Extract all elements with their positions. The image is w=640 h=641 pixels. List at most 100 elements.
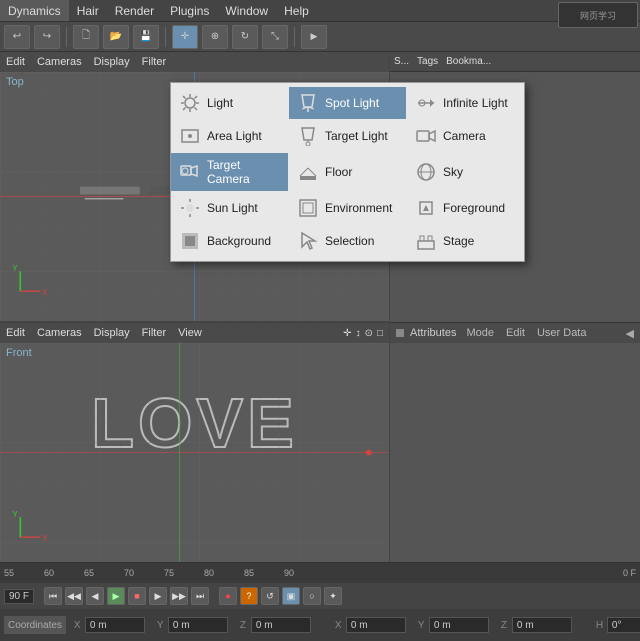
area-light-icon	[179, 125, 201, 147]
coord-y-section: Y 0 m	[157, 617, 228, 633]
sun-light-icon	[179, 197, 201, 219]
move-button[interactable]: ⊕	[202, 25, 228, 49]
coord-x2-section: X 0 m	[335, 617, 406, 633]
menu-sun-light-label: Sun Light	[207, 201, 258, 215]
mode-btn-3[interactable]: ○	[303, 587, 321, 605]
move-icon[interactable]: ✛	[343, 328, 351, 339]
timeline-controls: 90 F ⏮ ◀◀ ◀ ▶ ■ ▶ ▶▶ ⏭ ● ? ↺ ▣ ○ ✦	[0, 583, 640, 609]
coord-z2-value[interactable]: 0 m	[512, 617, 572, 633]
coord-bar-label: Coordinates	[4, 616, 66, 634]
menu-item-area-light[interactable]: Area Light	[171, 120, 288, 152]
scale-button[interactable]: ⤡	[262, 25, 288, 49]
coord-h-section: H 0°	[596, 617, 640, 633]
coord-h-value[interactable]: 0°	[607, 617, 640, 633]
tab-bookmarks[interactable]: Bookma...	[446, 56, 491, 67]
coord-z-label: Z	[240, 620, 248, 631]
menu-plugins[interactable]: Plugins	[162, 0, 217, 21]
vb-view[interactable]: View	[178, 327, 202, 339]
menu-item-environment[interactable]: Environment	[289, 192, 406, 224]
prev-key-button[interactable]: ◀◀	[65, 587, 83, 605]
prev-frame-button[interactable]: ◀	[86, 587, 104, 605]
new-button[interactable]: 🗋	[73, 25, 99, 49]
coord-z-value[interactable]: 0 m	[251, 617, 311, 633]
menu-dynamics[interactable]: Dynamics	[0, 0, 69, 21]
menu-item-sky[interactable]: Sky	[407, 153, 524, 191]
menu-item-floor[interactable]: Floor	[289, 153, 406, 191]
next-key-button[interactable]: ▶▶	[170, 587, 188, 605]
vb-display[interactable]: Display	[94, 327, 130, 339]
viewport-icons: ✛ ↕ ⊙ □	[343, 328, 383, 339]
vb-filter[interactable]: Filter	[142, 327, 166, 339]
menu-item-background[interactable]: Background	[171, 225, 288, 257]
attr-tab-mode[interactable]: Mode	[466, 327, 494, 339]
coord-z2-label: Z	[501, 620, 509, 631]
menu-item-camera[interactable]: Camera	[407, 120, 524, 152]
go-end-button[interactable]: ⏭	[191, 587, 209, 605]
save-button[interactable]: 💾	[133, 25, 159, 49]
reset-icon[interactable]: ⊙	[365, 328, 373, 339]
menu-item-target-camera[interactable]: Target Camera	[171, 153, 288, 191]
coord-x2-value[interactable]: 0 m	[346, 617, 406, 633]
menu-item-foreground[interactable]: Foreground	[407, 192, 524, 224]
vt-edit[interactable]: Edit	[6, 56, 25, 68]
vt-display[interactable]: Display	[94, 56, 130, 68]
vt-filter[interactable]: Filter	[142, 56, 166, 68]
play-button[interactable]: ▶	[107, 587, 125, 605]
menu-help[interactable]: Help	[276, 0, 317, 21]
vb-cameras[interactable]: Cameras	[37, 327, 82, 339]
tab-s[interactable]: S...	[394, 56, 409, 67]
stage-icon	[415, 230, 437, 252]
mode-btn-4[interactable]: ✦	[324, 587, 342, 605]
coord-y-value[interactable]: 0 m	[168, 617, 228, 633]
record-button[interactable]: ●	[219, 587, 237, 605]
menu-spot-light-label: Spot Light	[325, 96, 379, 110]
zoom-icon[interactable]: ↕	[356, 328, 361, 339]
attr-arrow-icon[interactable]: ◀	[626, 327, 634, 340]
menu-area-light-label: Area Light	[207, 129, 262, 143]
separator-2	[165, 27, 166, 47]
menu-item-selection[interactable]: Selection	[289, 225, 406, 257]
menu-hair[interactable]: Hair	[69, 0, 107, 21]
vt-cameras[interactable]: Cameras	[37, 56, 82, 68]
menu-sky-label: Sky	[443, 165, 463, 179]
render-button[interactable]: ▶	[301, 25, 327, 49]
menu-item-stage[interactable]: Stage	[407, 225, 524, 257]
attributes-panel: Attributes Mode Edit User Data ◀	[390, 322, 640, 562]
svg-text:Y: Y	[12, 264, 18, 273]
coord-x-value[interactable]: 0 m	[85, 617, 145, 633]
menu-item-sun-light[interactable]: Sun Light	[171, 192, 288, 224]
mode-btn-2[interactable]: ▣	[282, 587, 300, 605]
menu-item-light[interactable]: Light	[171, 87, 288, 119]
menu-grid: Light Spot Light	[171, 87, 524, 257]
current-frame: 0 F	[623, 568, 636, 578]
undo-button[interactable]: ↩	[4, 25, 30, 49]
attr-tab-userdata[interactable]: User Data	[537, 327, 587, 339]
open-button[interactable]: 📂	[103, 25, 129, 49]
question-button[interactable]: ?	[240, 587, 258, 605]
menu-render[interactable]: Render	[107, 0, 162, 21]
select-button[interactable]: ✛	[172, 25, 198, 49]
maximize-icon[interactable]: □	[377, 328, 383, 339]
attr-tab-edit[interactable]: Edit	[506, 327, 525, 339]
vb-edit[interactable]: Edit	[6, 327, 25, 339]
menu-item-spot-light[interactable]: Spot Light	[289, 87, 406, 119]
menu-item-target-light[interactable]: Target Light	[289, 120, 406, 152]
redo-button[interactable]: ↪	[34, 25, 60, 49]
tab-tags[interactable]: Tags	[417, 56, 438, 67]
menu-item-infinite-light[interactable]: Infinite Light	[407, 87, 524, 119]
rotate-button[interactable]: ↻	[232, 25, 258, 49]
next-frame-button[interactable]: ▶	[149, 587, 167, 605]
menu-infinite-light-label: Infinite Light	[443, 96, 508, 110]
target-light-icon	[297, 125, 319, 147]
sky-icon	[415, 161, 437, 183]
menu-window[interactable]: Window	[217, 0, 276, 21]
coord-y2-value[interactable]: 0 m	[429, 617, 489, 633]
go-start-button[interactable]: ⏮	[44, 587, 62, 605]
frame-marker-55: 55	[4, 568, 14, 578]
right-panel-tab-bar: S... Tags Bookma...	[390, 52, 640, 72]
stop-button[interactable]: ■	[128, 587, 146, 605]
loop-button[interactable]: ↺	[261, 587, 279, 605]
light-icon	[179, 92, 201, 114]
camera-icon	[415, 125, 437, 147]
bottom-grid-canvas: X Y	[0, 343, 389, 562]
